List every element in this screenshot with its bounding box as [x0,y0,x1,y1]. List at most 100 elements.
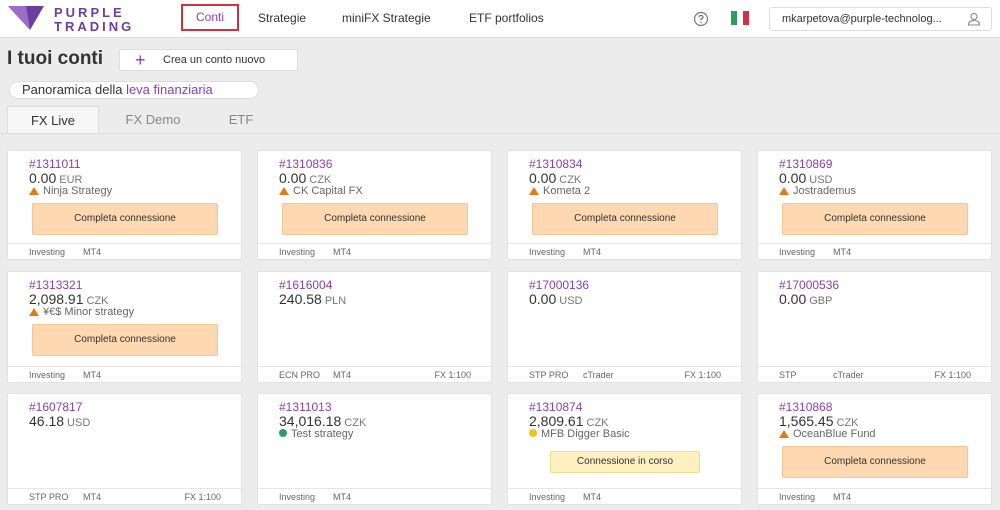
tab-fx-demo[interactable]: FX Demo [108,106,198,134]
strategy-name: ¥€$ Minor strategy [43,306,135,318]
balance-value: 1,565.45 [779,413,834,429]
account-platform: MT4 [83,370,101,380]
balance-value: 0.00 [279,170,307,186]
warning-triangle-icon [529,187,539,195]
leverage-overview-button[interactable]: Panoramica della leva finanziaria [9,81,259,99]
account-footer: Investing MT4 [508,243,741,259]
user-account-menu[interactable]: mkarpetova@purple-technolog... [769,7,992,31]
account-card[interactable]: #1310868 1,565.45 CZK OceanBlue Fund Complet… [757,393,992,505]
strategy-name: OceanBlue Fund [793,428,876,440]
balance-value: 2,809.61 [529,413,584,429]
balance-value: 46.18 [29,413,65,429]
account-card[interactable]: #1310874 2,809.61 CZK MFB Digger Basic Conne… [507,393,742,505]
create-account-button[interactable]: + Crea un conto nuovo [119,49,298,71]
account-number[interactable]: #1311011 [29,157,81,171]
complete-connection-button[interactable]: Completa connessione [532,203,718,235]
account-footer: STP PRO MT4 FX 1:100 [8,488,241,504]
create-account-label: Crea un conto nuovo [163,54,266,66]
account-strategy: Ninja Strategy [29,185,112,197]
balance-value: 0.00 [779,291,807,307]
balance-currency: USD [67,417,91,429]
account-footer: STP PRO cTrader FX 1:100 [508,366,741,382]
tab-fx-live[interactable]: FX Live [7,106,99,134]
account-balance: 0.00 CZK [279,170,331,186]
account-card[interactable]: #17000536 0.00 GBP STP cTrader FX 1:100 [757,271,992,383]
account-number[interactable]: #17000136 [529,278,589,292]
strategy-name: Ninja Strategy [43,185,113,197]
account-platform: MT4 [83,492,101,502]
account-type: Investing [279,492,316,502]
account-number[interactable]: #1313321 [29,278,82,292]
account-number[interactable]: #1310836 [279,157,332,171]
account-card[interactable]: #1310834 0.00 CZK Kometa 2 Completa connessi… [507,150,742,260]
nav-conti[interactable]: Conti [181,4,239,31]
warning-triangle-icon [29,187,39,195]
account-number[interactable]: #1310874 [529,400,582,414]
account-balance: 0.00 USD [529,291,582,307]
nav-conti-label: Conti [195,10,224,24]
account-platform: MT4 [333,247,351,257]
user-icon [967,12,981,26]
nav-etf-portfolios[interactable]: ETF portfolios [469,11,544,25]
account-card[interactable]: #1313321 2,098.91 CZK ¥€$ Minor strategy Com… [7,271,242,383]
account-type: ECN PRO [279,370,321,380]
account-card[interactable]: #1607817 46.18 USD STP PRO MT4 FX 1:100 [7,393,242,505]
account-platform: MT4 [833,492,851,502]
account-number[interactable]: #1311013 [279,400,332,414]
account-type: STP [779,370,797,380]
account-balance: 2,098.91 CZK [29,291,109,307]
purple-trading-logo[interactable]: PURPLE TRADING [6,4,166,34]
account-card[interactable]: #1311011 0.00 EUR Ninja Strategy Completa co… [7,150,242,260]
account-platform: MT4 [583,492,601,502]
account-type: Investing [779,492,816,502]
tabs-divider [0,133,1000,134]
account-platform: MT4 [333,370,351,380]
top-header: PURPLE TRADING Conti Strategie miniFX St… [0,0,1000,38]
warning-triangle-icon [779,187,789,195]
account-number[interactable]: #1607817 [29,400,82,414]
account-number[interactable]: #1616004 [279,278,332,292]
account-platform: MT4 [583,247,601,257]
user-email: mkarpetova@purple-technolog... [782,13,942,25]
complete-connection-button[interactable]: Completa connessione [282,203,468,235]
complete-connection-button[interactable]: Completa connessione [32,324,218,356]
account-leverage: FX 1:100 [434,370,471,380]
account-balance: 34,016.18 CZK [279,413,366,429]
account-type: Investing [29,247,66,257]
balance-value: 0.00 [529,170,557,186]
account-footer: STP cTrader FX 1:100 [758,366,991,382]
account-strategy: MFB Digger Basic [529,428,630,440]
help-icon[interactable] [693,11,709,27]
account-type: Investing [529,247,566,257]
account-type: Investing [279,247,316,257]
account-card[interactable]: #1616004 240.58 PLN ECN PRO MT4 FX 1:100 [257,271,492,383]
account-number[interactable]: #1310834 [529,157,582,171]
account-number[interactable]: #1310869 [779,157,832,171]
account-leverage: FX 1:100 [684,370,721,380]
nav-minifx-strategie[interactable]: miniFX Strategie [342,11,431,25]
account-card[interactable]: #1310869 0.00 USD Jostrademus Completa conne… [757,150,992,260]
account-balance: 2,809.61 CZK [529,413,609,429]
balance-value: 2,098.91 [29,291,84,307]
leverage-overview-accent: leva finanziaria [126,82,213,97]
account-type: Investing [779,247,816,257]
complete-connection-button[interactable]: Completa connessione [782,203,968,235]
nav-strategie[interactable]: Strategie [258,11,306,25]
logo-text-line1: PURPLE [54,5,125,20]
strategy-name: Jostrademus [793,185,856,197]
account-card[interactable]: #17000136 0.00 USD STP PRO cTrader FX 1:100 [507,271,742,383]
complete-connection-button[interactable]: Completa connessione [32,203,218,235]
italian-flag-icon[interactable] [731,11,749,25]
account-number[interactable]: #17000536 [779,278,839,292]
plus-icon: + [135,50,146,70]
account-footer: Investing MT4 [8,366,241,382]
account-strategy: ¥€$ Minor strategy [29,306,134,318]
account-type: STP PRO [529,370,569,380]
tab-etf[interactable]: ETF [210,106,272,134]
complete-connection-button[interactable]: Completa connessione [782,446,968,478]
account-number[interactable]: #1310868 [779,400,832,414]
account-card[interactable]: #1310836 0.00 CZK CK Capital FX Completa con… [257,150,492,260]
account-card[interactable]: #1311013 34,016.18 CZK Test strategy Investi… [257,393,492,505]
account-tabs: FX Live FX Demo ETF [0,106,1000,134]
account-leverage: FX 1:100 [934,370,971,380]
